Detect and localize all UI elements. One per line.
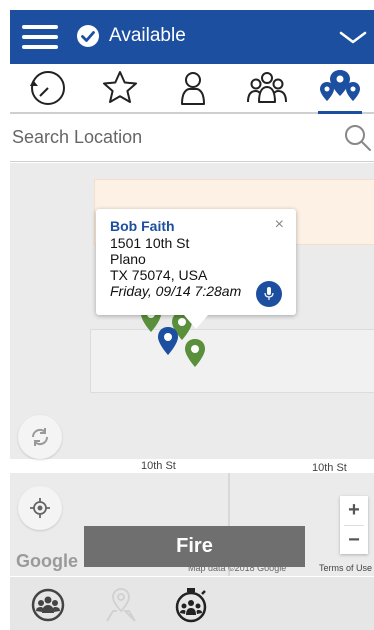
crosshair-icon: [30, 498, 50, 518]
search-icon[interactable]: [344, 124, 372, 152]
chevron-down-icon[interactable]: [338, 26, 368, 48]
popup-state-zip: TX 75074, USA: [110, 267, 208, 283]
stopwatch-group-icon: [175, 588, 207, 623]
popup-city: Plano: [110, 251, 146, 267]
bottom-nav-timer[interactable]: [171, 585, 211, 625]
fire-button[interactable]: Fire: [84, 526, 305, 567]
star-icon: [103, 71, 137, 103]
bottom-nav-groups[interactable]: [28, 585, 68, 625]
popup-contact-name: Bob Faith: [110, 218, 175, 234]
locations-icon: [320, 70, 360, 101]
microphone-button[interactable]: [256, 281, 282, 307]
person-icon: [181, 72, 205, 105]
search-bar: [10, 114, 374, 162]
tab-contacts[interactable]: [171, 68, 215, 112]
group-icon: [247, 72, 287, 103]
map-block: [90, 329, 374, 393]
zoom-control: + −: [340, 496, 368, 554]
group-circle-icon: [31, 588, 65, 622]
map-view[interactable]: 10th St 10th St × Bob Faith 1501 10th St…: [10, 163, 374, 576]
street-label: 10th St: [312, 462, 347, 474]
my-location-button[interactable]: [18, 486, 62, 530]
tab-favorites[interactable]: [98, 68, 142, 112]
bottom-nav-map[interactable]: [101, 585, 141, 625]
bottom-nav: [10, 577, 374, 630]
zoom-in-button[interactable]: +: [340, 496, 368, 525]
map-pin-icon: [106, 588, 136, 622]
check-circle-icon: [77, 25, 99, 47]
hamburger-icon[interactable]: [22, 25, 58, 49]
refresh-button[interactable]: [18, 415, 62, 459]
terms-link[interactable]: Terms of Use: [319, 563, 372, 573]
tab-groups[interactable]: [245, 68, 289, 112]
header-bar: Available: [10, 10, 374, 64]
app-screen: Available Search Location 10th St 10th S…: [0, 0, 374, 630]
tab-locations[interactable]: [318, 68, 362, 114]
microphone-icon: [264, 287, 274, 300]
tab-bar: [10, 64, 374, 114]
close-icon[interactable]: ×: [275, 216, 284, 234]
tab-history[interactable]: [26, 68, 70, 112]
history-icon: [30, 71, 65, 105]
map-pin-green[interactable]: [184, 338, 206, 368]
google-logo: Google: [16, 551, 78, 571]
refresh-icon: [31, 428, 49, 446]
popup-address: 1501 10th St: [110, 235, 190, 251]
street-label: 10th St: [141, 460, 176, 472]
map-pin-blue[interactable]: [157, 326, 179, 356]
location-popup: × Bob Faith 1501 10th St Plano TX 75074,…: [96, 209, 296, 329]
zoom-out-button[interactable]: −: [340, 526, 368, 555]
status-label[interactable]: Available: [109, 24, 186, 48]
search-input[interactable]: [12, 122, 332, 152]
